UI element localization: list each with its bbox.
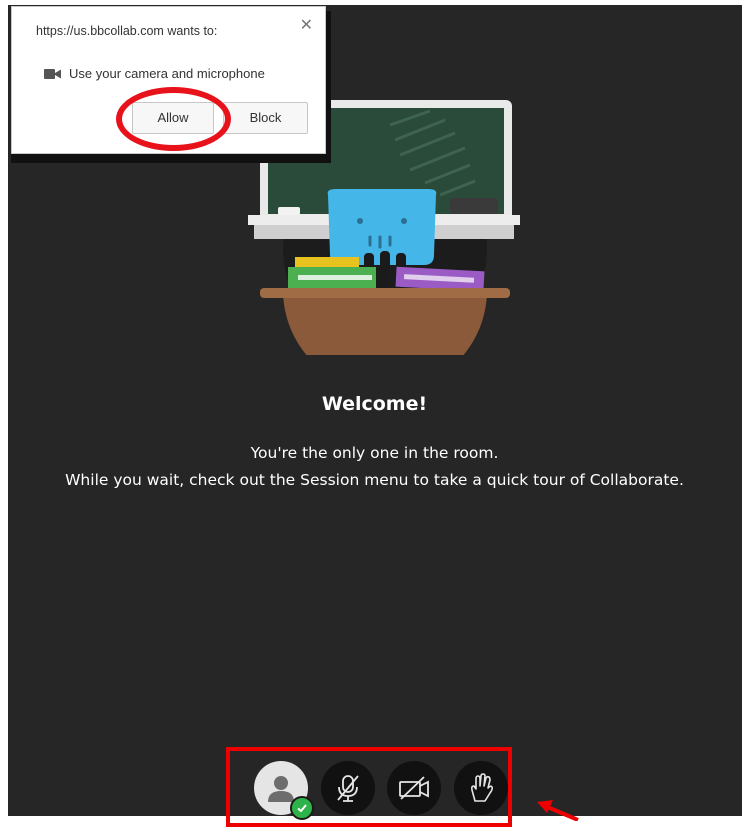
video-camera-icon (44, 69, 61, 79)
user-avatar-icon (268, 776, 294, 802)
allow-button[interactable]: Allow (132, 102, 214, 134)
welcome-message-line-1: You're the only one in the room. (250, 444, 499, 462)
block-button[interactable]: Block (223, 102, 308, 134)
desk-top (260, 288, 510, 298)
desk-bowl (283, 290, 487, 355)
welcome-title: Welcome! (321, 393, 428, 415)
microphone-muted-icon (337, 775, 359, 802)
red-arrow-indicator (537, 800, 579, 821)
welcome-message-line-2: While you wait, check out the Session me… (65, 471, 684, 489)
permission-dialog-title: https://us.bbcollab.com wants to: (36, 24, 218, 38)
close-icon[interactable]: ✕ (300, 15, 313, 34)
hand-icon (470, 773, 494, 802)
share-video-button[interactable] (387, 761, 441, 815)
status-available-icon (290, 796, 314, 820)
share-audio-button[interactable] (321, 761, 375, 815)
camera-off-icon (399, 776, 429, 800)
permission-request-text: Use your camera and microphone (69, 66, 265, 81)
raise-hand-button[interactable] (454, 761, 508, 815)
permission-dialog: https://us.bbcollab.com wants to: ✕ Use … (11, 6, 326, 154)
